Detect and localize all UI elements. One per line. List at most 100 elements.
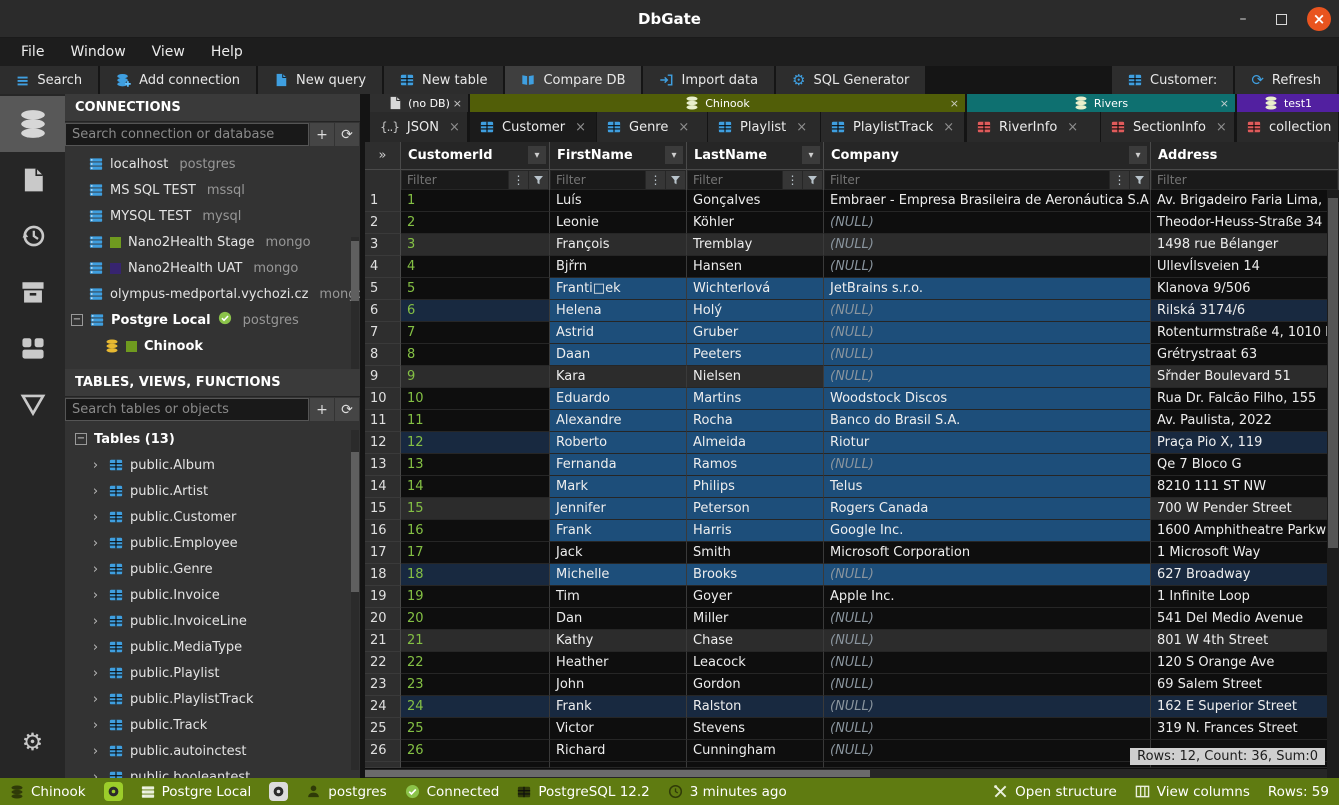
row-number[interactable]: 3 (365, 234, 401, 256)
row-number[interactable]: 23 (365, 674, 401, 696)
cell-FirstName[interactable]: Roberto (550, 432, 687, 454)
database-Chinook[interactable]: Chinook (65, 333, 360, 359)
chevron-right-icon[interactable]: › (89, 744, 102, 759)
cell-Address[interactable]: 319 N. Frances Street (1151, 718, 1339, 740)
maximize-button[interactable] (1269, 7, 1293, 31)
cell-CustomerId[interactable]: 12 (401, 432, 550, 454)
toolbar-refresh-button[interactable]: ⟳Refresh (1235, 66, 1337, 94)
cell-Address[interactable]: Rilská 3174/6 (1151, 300, 1339, 322)
cell-FirstName[interactable]: Bjřrn (550, 256, 687, 278)
chevron-right-icon[interactable]: › (89, 510, 102, 525)
row-number[interactable]: 22 (365, 652, 401, 674)
close-icon[interactable]: × (1220, 97, 1229, 110)
cell-CustomerId[interactable]: 19 (401, 586, 550, 608)
chevron-right-icon[interactable]: › (89, 718, 102, 733)
cell-LastName[interactable]: Goyer (687, 586, 824, 608)
cell-Company[interactable]: Woodstock Discos (824, 388, 1151, 410)
status-open-structure[interactable]: Open structure (993, 784, 1117, 800)
row-number[interactable]: 5 (365, 278, 401, 300)
cell-LastName[interactable]: Tremblay (687, 234, 824, 256)
cell-Company[interactable]: (NULL) (824, 234, 1151, 256)
cell-FirstName[interactable]: Kathy (550, 630, 687, 652)
connection-MS-SQL-TEST[interactable]: MS SQL TESTmssql (65, 177, 360, 203)
cell-LastName[interactable]: Leacock (687, 652, 824, 674)
cell-FirstName[interactable]: Fernanda (550, 454, 687, 476)
connections-refresh-button[interactable]: ⟳ (335, 123, 359, 146)
tab-PlaylistTrack[interactable]: PlaylistTrack× (821, 112, 965, 142)
menu-view[interactable]: View (141, 41, 196, 63)
toolbar-new-table-button[interactable]: New table (384, 66, 503, 94)
chevron-right-icon[interactable]: › (89, 692, 102, 707)
close-icon[interactable]: × (950, 97, 959, 110)
row-number[interactable]: 20 (365, 608, 401, 630)
tab-RiverInfo[interactable]: RiverInfo× (967, 112, 1101, 142)
cell-LastName[interactable]: Stevens (687, 718, 824, 740)
cell-CustomerId[interactable]: 25 (401, 718, 550, 740)
cell-CustomerId[interactable]: 24 (401, 696, 550, 718)
cell-LastName[interactable]: Peterson (687, 498, 824, 520)
cell-FirstName[interactable]: Daan (550, 344, 687, 366)
cell-LastName[interactable]: Miller (687, 608, 824, 630)
filter-input-FirstName[interactable] (551, 171, 645, 189)
cell-FirstName[interactable]: Helena (550, 300, 687, 322)
cell-CustomerId[interactable]: 10 (401, 388, 550, 410)
connection-Nano2Health-UAT[interactable]: Nano2Health UATmongo (65, 255, 360, 281)
cell-Address[interactable]: Praça Pio X, 119 (1151, 432, 1339, 454)
cell-LastName[interactable]: Ralston (687, 696, 824, 718)
cell-Company[interactable]: (NULL) (824, 366, 1151, 388)
cell-CustomerId[interactable]: 16 (401, 520, 550, 542)
chevron-right-icon[interactable]: › (89, 536, 102, 551)
cell-FirstName[interactable]: Tim (550, 586, 687, 608)
row-number[interactable]: 2 (365, 212, 401, 234)
table-public-Album[interactable]: ›public.Album (65, 452, 360, 478)
cell-Company[interactable]: Microsoft Corporation (824, 542, 1151, 564)
cell-LastName[interactable]: Köhler (687, 212, 824, 234)
cell-Address[interactable]: Grétrystraat 63 (1151, 344, 1339, 366)
cell-Company[interactable]: (NULL) (824, 608, 1151, 630)
table-public-Track[interactable]: ›public.Track (65, 712, 360, 738)
rail-settings[interactable]: ⚙ (0, 714, 65, 770)
minimize-button[interactable]: – (1231, 7, 1255, 31)
status-postgre-local[interactable]: Postgre Local (141, 784, 252, 800)
cell-Company[interactable]: (NULL) (824, 564, 1151, 586)
row-number[interactable]: 10 (365, 388, 401, 410)
filter-input-Company[interactable] (825, 171, 1109, 189)
cell-Address[interactable]: 1 Microsoft Way (1151, 542, 1339, 564)
close-icon[interactable]: × (796, 120, 807, 135)
cell-Company[interactable]: (NULL) (824, 300, 1151, 322)
cell-Company[interactable]: Embraer - Empresa Brasileira de Aeronáut… (824, 190, 1151, 212)
close-icon[interactable]: × (575, 120, 586, 135)
funnel-icon[interactable] (529, 171, 548, 189)
cell-Address[interactable]: Theodor-Heuss-Straße 34 (1151, 212, 1339, 234)
row-number[interactable]: 25 (365, 718, 401, 740)
tab-group-Rivers[interactable]: Rivers× (967, 94, 1235, 112)
cell-Address[interactable]: Qe 7 Bloco G (1151, 454, 1339, 476)
tables-refresh-button[interactable]: ⟳ (335, 398, 359, 421)
cell-Address[interactable]: 541 Del Medio Avenue (1151, 608, 1339, 630)
cell-FirstName[interactable]: Alexandre (550, 410, 687, 432)
cell-FirstName[interactable]: Victor (550, 718, 687, 740)
menu-file[interactable]: File (10, 41, 55, 63)
chevron-down-icon[interactable]: ▾ (802, 146, 820, 164)
grid-horizontal-scrollbar[interactable] (365, 769, 1327, 778)
cell-CustomerId[interactable]: 9 (401, 366, 550, 388)
toolbar-sql-generator-button[interactable]: ⚙SQL Generator (776, 66, 925, 94)
cell-Address[interactable]: UllevÍlsveien 14 (1151, 256, 1339, 278)
filter-menu-button[interactable]: ⋮ (1110, 171, 1129, 189)
cell-Company[interactable]: (NULL) (824, 344, 1151, 366)
cell-FirstName[interactable]: Astrid (550, 322, 687, 344)
row-number[interactable]: 14 (365, 476, 401, 498)
column-header-LastName[interactable]: LastName▾ (687, 142, 824, 169)
close-icon[interactable]: × (1216, 120, 1227, 135)
cell-Address[interactable]: 120 S Orange Ave (1151, 652, 1339, 674)
table-public-Employee[interactable]: ›public.Employee (65, 530, 360, 556)
cell-Company[interactable]: JetBrains s.r.o. (824, 278, 1151, 300)
cell-CustomerId[interactable]: 14 (401, 476, 550, 498)
rail-files[interactable] (0, 152, 65, 208)
cell-CustomerId[interactable]: 4 (401, 256, 550, 278)
tab-group-noDB[interactable]: (no DB)× (370, 94, 468, 112)
table-public-InvoiceLine[interactable]: ›public.InvoiceLine (65, 608, 360, 634)
cell-CustomerId[interactable]: 23 (401, 674, 550, 696)
funnel-icon[interactable] (666, 171, 685, 189)
rail-plugins[interactable] (0, 320, 65, 376)
